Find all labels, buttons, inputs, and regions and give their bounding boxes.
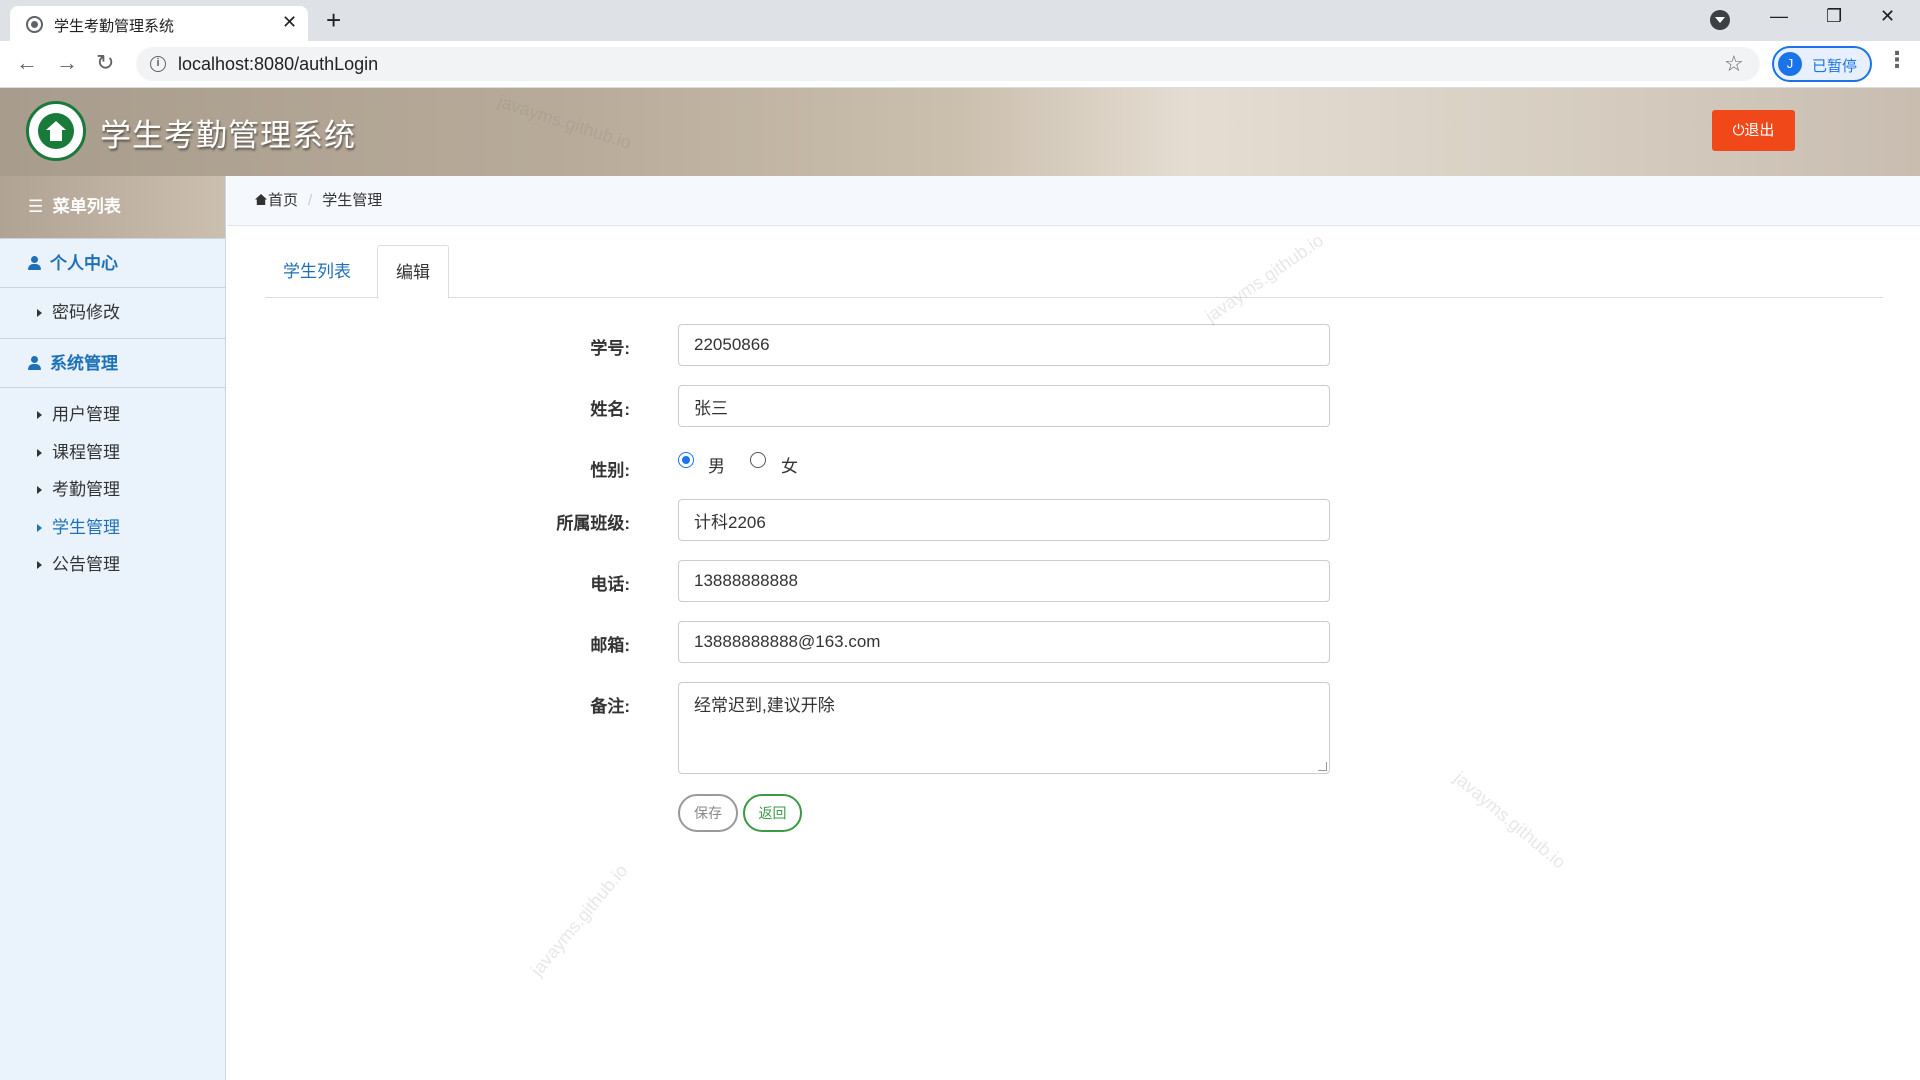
- browser-tab-bar: 学生考勤管理系统 ✕ + — ❐ ✕: [0, 0, 1920, 41]
- profile-button[interactable]: J 已暂停: [1772, 46, 1872, 82]
- tab-student-list[interactable]: 学生列表: [265, 245, 369, 298]
- sidebar-item-notices[interactable]: 公告管理: [0, 546, 225, 584]
- field-label: 所属班级:: [556, 514, 630, 533]
- profile-status: 已暂停: [1812, 58, 1858, 75]
- star-icon[interactable]: ☆: [1724, 51, 1744, 77]
- caret-right-icon: [37, 523, 42, 532]
- browser-tab[interactable]: 学生考勤管理系统 ✕: [10, 6, 308, 41]
- sidebar-section-personal[interactable]: 个人中心: [0, 238, 225, 288]
- url-text: localhost:8080/authLogin: [178, 54, 379, 74]
- close-icon[interactable]: ✕: [1880, 6, 1895, 27]
- save-button[interactable]: 保存: [678, 794, 738, 832]
- caret-right-icon: [37, 411, 42, 419]
- section-label: 个人中心: [50, 254, 118, 273]
- user-icon: [28, 356, 41, 370]
- caret-right-icon: [37, 448, 42, 457]
- breadcrumb: 首页 / 学生管理: [227, 176, 1920, 226]
- globe-icon: [26, 16, 43, 33]
- gender-male-radio[interactable]: [678, 452, 694, 468]
- sidebar-heading: ☰ 菜单列表: [0, 176, 225, 238]
- address-bar: ← → ↻ i localhost:8080/authLogin ☆ J 已暂停…: [0, 41, 1920, 88]
- sidebar-item-users[interactable]: 用户管理: [0, 396, 225, 434]
- sidebar: ☰ 菜单列表 个人中心 密码修改 系统管理 用户管理 课程管理 考勤管理 学生管…: [0, 176, 226, 1080]
- gender-option-label: 女: [781, 457, 798, 476]
- breadcrumb-home[interactable]: 首页: [268, 192, 298, 209]
- sidebar-item-courses[interactable]: 课程管理: [0, 434, 225, 472]
- avatar: J: [1778, 52, 1802, 76]
- url-input[interactable]: i localhost:8080/authLogin ☆: [136, 47, 1760, 81]
- back-icon[interactable]: ←: [16, 50, 38, 76]
- tab-search-icon[interactable]: [1710, 10, 1730, 30]
- new-tab-button[interactable]: +: [326, 5, 341, 36]
- info-icon[interactable]: i: [150, 56, 166, 72]
- field-label: 邮箱:: [590, 636, 630, 655]
- back-button[interactable]: 返回: [743, 794, 802, 832]
- app-title: 学生考勤管理系统: [100, 118, 356, 153]
- watermark: javayms.github.io: [526, 860, 632, 980]
- breadcrumb-current: 学生管理: [322, 192, 383, 209]
- minimize-icon[interactable]: —: [1770, 6, 1788, 27]
- sidebar-item-attendance[interactable]: 考勤管理: [0, 471, 225, 509]
- name-input[interactable]: [678, 385, 1330, 427]
- tab-title: 学生考勤管理系统: [54, 18, 175, 35]
- student-id-input[interactable]: [678, 324, 1330, 366]
- school-logo: [26, 101, 86, 161]
- sidebar-section-system[interactable]: 系统管理: [0, 338, 225, 388]
- field-label: 电话:: [590, 575, 630, 594]
- field-label: 姓名:: [590, 400, 630, 419]
- watermark: javayms.github.io: [1450, 767, 1570, 873]
- caret-right-icon: [37, 561, 42, 569]
- home-icon: [255, 194, 267, 205]
- user-icon: [28, 256, 41, 270]
- gender-option-label: 男: [708, 457, 725, 476]
- sidebar-item-students[interactable]: 学生管理: [0, 509, 225, 547]
- sidebar-heading-label: 菜单列表: [52, 197, 121, 216]
- email-input[interactable]: [678, 621, 1330, 663]
- watermark: javayms.github.io: [495, 91, 634, 154]
- more-icon[interactable]: ⋮: [1886, 47, 1908, 73]
- field-label: 性别:: [590, 461, 630, 480]
- section-label: 系统管理: [50, 354, 118, 373]
- caret-right-icon: [37, 486, 42, 494]
- app-header: 学生考勤管理系统 ⏻退出 javayms.github.io: [0, 88, 1920, 176]
- reload-icon[interactable]: ↻: [96, 50, 114, 76]
- class-input[interactable]: [678, 499, 1330, 541]
- field-label: 学号:: [590, 339, 630, 358]
- forward-icon[interactable]: →: [56, 50, 78, 76]
- caret-right-icon: [37, 309, 42, 317]
- tab-bar: 学生列表 编辑: [265, 245, 1883, 299]
- tab-close-icon[interactable]: ✕: [282, 12, 297, 33]
- field-label: 备注:: [590, 697, 630, 716]
- logout-button[interactable]: ⏻退出: [1712, 110, 1795, 151]
- list-icon: ☰: [28, 197, 44, 216]
- remark-textarea[interactable]: 经常迟到,建议开除: [678, 682, 1330, 774]
- phone-input[interactable]: [678, 560, 1330, 602]
- sidebar-item-password[interactable]: 密码修改: [0, 294, 225, 332]
- tab-edit[interactable]: 编辑: [377, 245, 449, 299]
- gender-female-radio[interactable]: [750, 452, 766, 468]
- restore-icon[interactable]: ❐: [1826, 6, 1842, 27]
